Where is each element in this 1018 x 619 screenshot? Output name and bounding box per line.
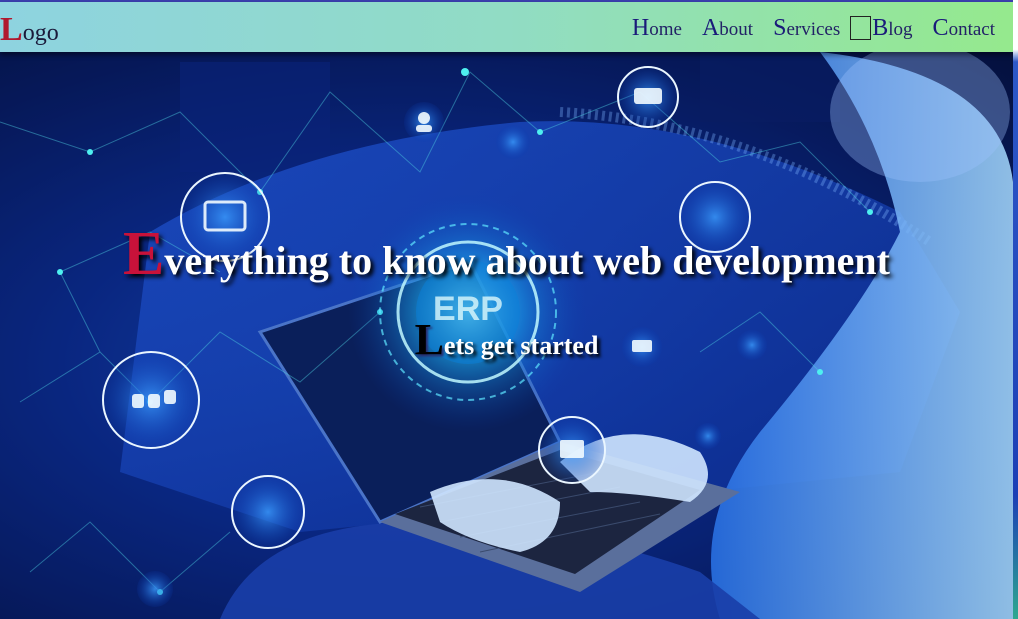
nav-link-contact[interactable]: Contact	[933, 12, 995, 46]
nav-link-services[interactable]: Services	[773, 12, 840, 46]
page: Logo Home About Services Blog Contact ER…	[0, 0, 1013, 619]
focus-box	[850, 16, 872, 40]
hero-subheading: Lets get started	[0, 314, 1013, 365]
hero-heading: Everything to know about web development	[0, 219, 1013, 290]
main-nav: Home About Services Blog Contact	[612, 12, 995, 46]
hero-section: ERP Everything to know about web develop…	[0, 52, 1013, 619]
hero-subheading-rest: ets get started	[443, 330, 599, 360]
hero-subheading-initial: L	[414, 314, 444, 364]
hero-heading-rest: verything to know about web development	[164, 237, 890, 283]
logo[interactable]: Logo	[0, 10, 59, 53]
nav-link-about[interactable]: About	[702, 12, 753, 46]
nav-link-blog[interactable]: Blog	[850, 12, 913, 46]
logo-initial: L	[0, 11, 23, 48]
logo-rest: ogo	[22, 20, 59, 46]
hero-heading-initial: E	[123, 219, 165, 288]
window-right-edge	[1013, 0, 1018, 619]
navbar: Logo Home About Services Blog Contact	[0, 2, 1013, 52]
nav-link-home[interactable]: Home	[632, 12, 682, 46]
